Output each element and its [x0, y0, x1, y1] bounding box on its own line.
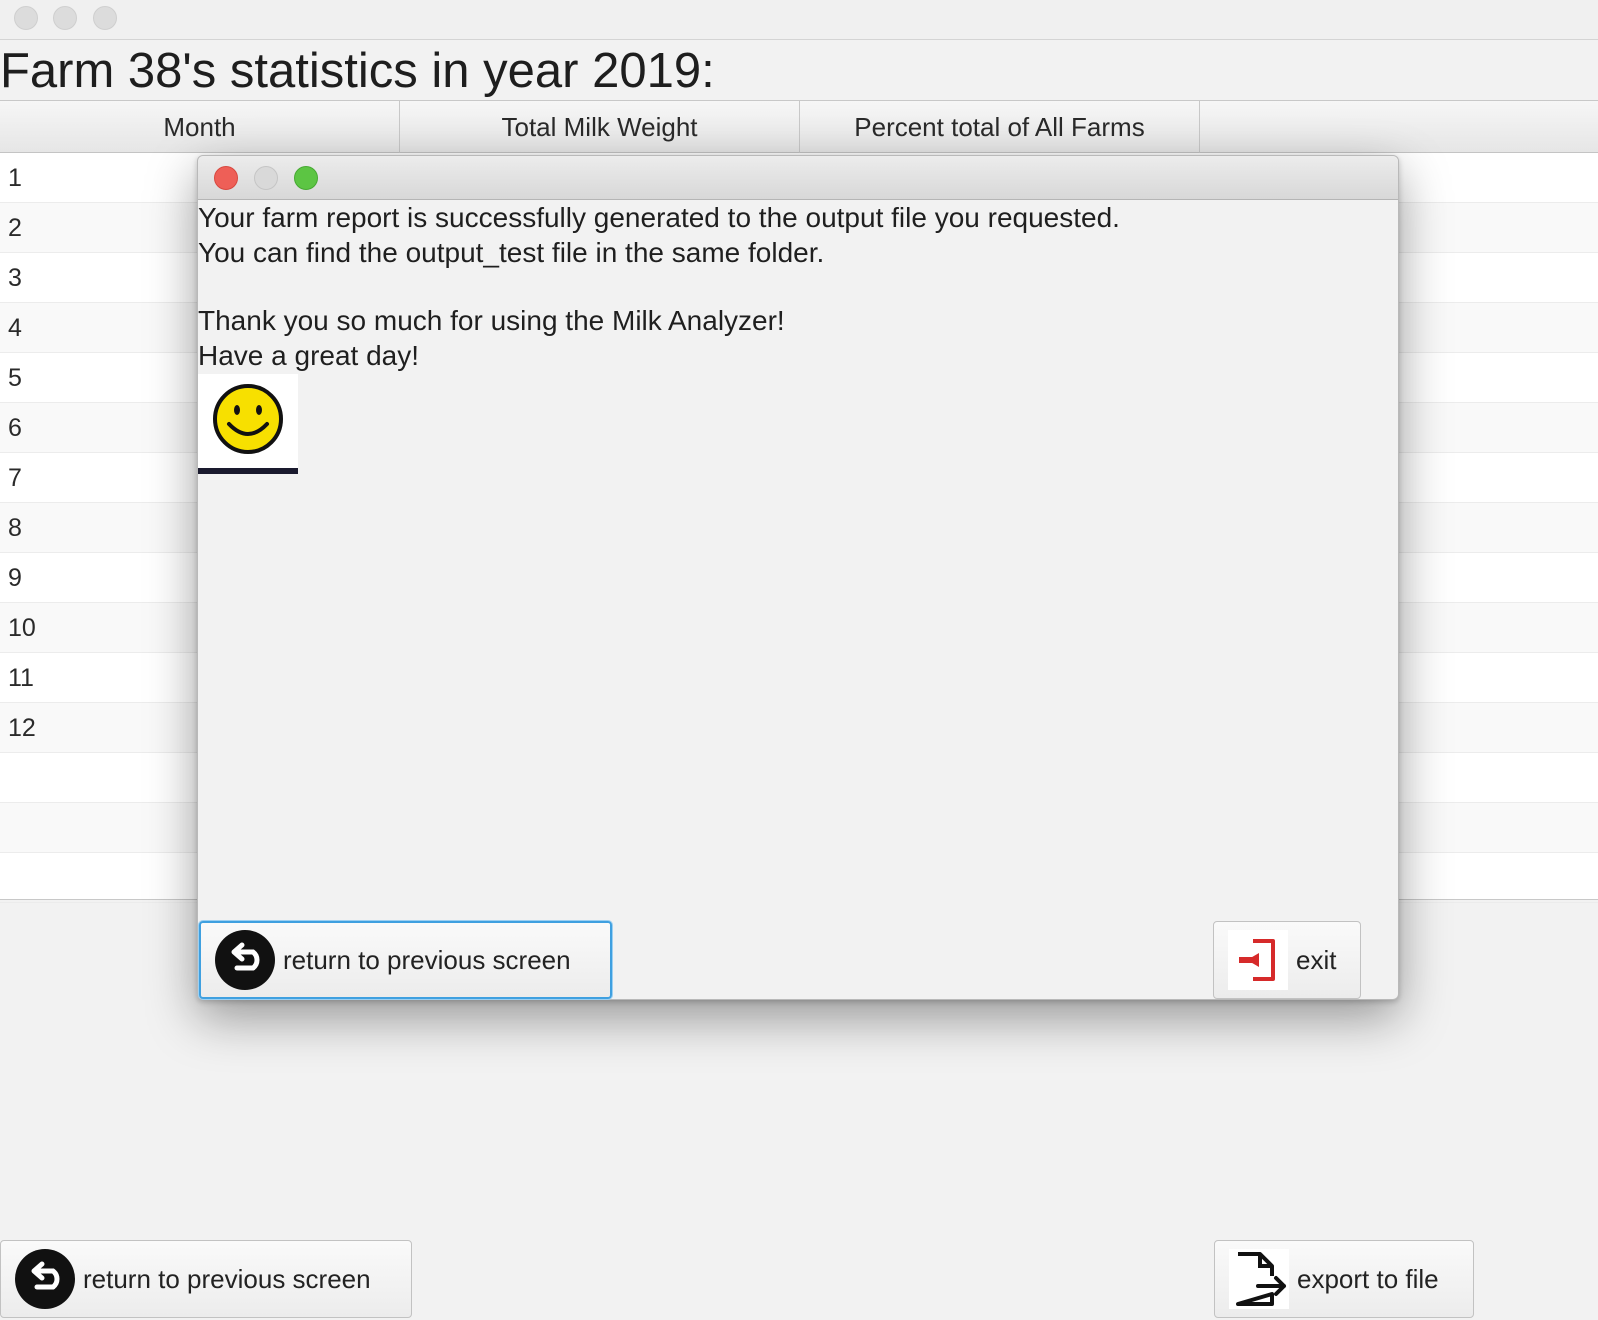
exit-door-icon	[1228, 930, 1288, 990]
back-arrow-icon	[15, 1249, 75, 1309]
export-button-label: export to file	[1297, 1263, 1439, 1294]
column-header-month[interactable]: Month	[0, 101, 400, 153]
month-cell: 1	[8, 164, 22, 192]
dialog-message-line-4: Have a great day!	[198, 340, 420, 371]
main-window-titlebar	[0, 0, 1598, 40]
month-cell: 8	[8, 514, 22, 542]
month-cell: 5	[8, 364, 22, 392]
dialog-message-line-3: Thank you so much for using the Milk Ana…	[198, 305, 785, 336]
month-cell: 11	[8, 664, 34, 692]
month-cell: 10	[8, 614, 36, 642]
dialog-message-line-1: Your farm report is successfully generat…	[198, 202, 1120, 233]
column-header-percent-total[interactable]: Percent total of All Farms	[800, 101, 1200, 153]
dialog-exit-button[interactable]: exit	[1213, 921, 1361, 999]
month-cell: 2	[8, 214, 22, 242]
month-cell: 6	[8, 414, 22, 442]
month-cell: 12	[8, 714, 36, 742]
dialog-minimize-button[interactable]	[254, 166, 278, 190]
dialog-return-button-label: return to previous screen	[283, 944, 571, 975]
main-close-dot[interactable]	[14, 6, 38, 30]
dialog-titlebar	[198, 156, 1398, 200]
page-title: Farm 38's statistics in year 2019:	[0, 44, 715, 98]
column-header-empty[interactable]	[1200, 101, 1598, 153]
export-file-icon	[1229, 1249, 1289, 1309]
dialog-message-line-2: You can find the output_test file in the…	[198, 237, 825, 268]
dialog-return-to-previous-screen-button[interactable]: return to previous screen	[199, 921, 612, 999]
month-cell: 4	[8, 314, 22, 342]
back-arrow-icon	[215, 930, 275, 990]
month-cell: 7	[8, 464, 22, 492]
dialog-exit-button-label: exit	[1296, 944, 1337, 975]
month-cell: 3	[8, 264, 22, 292]
dialog-close-button[interactable]	[214, 166, 238, 190]
smiley-icon	[198, 374, 298, 474]
table-header: Month Total Milk Weight Percent total of…	[0, 101, 1598, 153]
dialog-zoom-button[interactable]	[294, 166, 318, 190]
report-success-dialog: Your farm report is successfully generat…	[197, 155, 1399, 1000]
main-minimize-dot[interactable]	[53, 6, 77, 30]
return-button-label: return to previous screen	[83, 1263, 371, 1294]
month-cell: 9	[8, 564, 22, 592]
return-to-previous-screen-button[interactable]: return to previous screen	[0, 1240, 412, 1318]
main-zoom-dot[interactable]	[93, 6, 117, 30]
column-header-total-milk-weight[interactable]: Total Milk Weight	[400, 101, 800, 153]
export-to-file-button[interactable]: export to file	[1214, 1240, 1474, 1318]
